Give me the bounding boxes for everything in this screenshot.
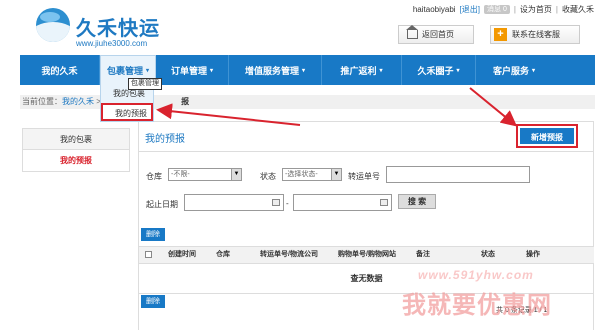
- package-dropdown: 我的包裹 我的预报: [100, 85, 154, 122]
- status-label: 状态: [260, 172, 276, 181]
- chevron-down-icon: ▼: [331, 169, 341, 180]
- nav-label: 客户服务: [492, 65, 529, 76]
- nav-label: 久禾圈子: [417, 65, 454, 76]
- top-links: haitaobiyabi [退出] 消息 0 | 设为首页 | 收藏久禾: [413, 4, 594, 15]
- online-service-button[interactable]: + 联系在线客服: [490, 25, 580, 44]
- dropdown-item-my-forecasts[interactable]: 我的预报: [101, 103, 153, 121]
- nav-label: 订单管理: [170, 65, 207, 76]
- nav-customer-service[interactable]: 客户服务 ▾: [476, 55, 552, 85]
- calendar-icon[interactable]: [380, 199, 388, 206]
- table-header: 创建时间 仓库 转运单号/物流公司 购物单号/购物网站 备注 状态 操作: [139, 246, 594, 264]
- chevron-down-icon: ▾: [456, 67, 460, 74]
- divider: |: [513, 5, 516, 14]
- nav-jiuhe-circle[interactable]: 久禾圈子 ▾: [402, 55, 476, 85]
- nav-order-management[interactable]: 订单管理 ▾: [156, 55, 229, 85]
- nav-referral-rebate[interactable]: 推广返利 ▾: [322, 55, 402, 85]
- col-shopping-order: 购物单号/购物网站: [338, 251, 396, 258]
- breadcrumb-link[interactable]: 我的久禾: [62, 97, 94, 106]
- delete-button-bottom[interactable]: 删除: [141, 295, 165, 308]
- username: haitaobiyabi: [412, 5, 456, 14]
- sidebar-item-my-packages[interactable]: 我的包裹: [22, 128, 130, 150]
- brand-url: www.jiuhe3000.com: [76, 39, 148, 48]
- new-forecast-button[interactable]: 新增预报: [516, 124, 578, 148]
- tracking-number-input[interactable]: [386, 166, 530, 183]
- chevron-down-icon: ▾: [210, 67, 214, 74]
- main-nav: 我的久禾 包裹管理 ▾ 订单管理 ▾ 增值服务管理 ▾ 推广返利 ▾ 久禾圈子 …: [20, 55, 595, 85]
- calendar-icon[interactable]: [272, 199, 280, 206]
- online-service-label: 联系在线客服: [512, 30, 560, 39]
- nav-label: 包裹管理: [106, 66, 143, 76]
- warehouse-select-value: -不限-: [171, 171, 190, 178]
- col-warehouse: 仓库: [216, 251, 230, 258]
- col-actions: 操作: [526, 251, 540, 258]
- status-select[interactable]: -选择状态- ▼: [282, 168, 342, 181]
- sidebar-item-my-forecasts[interactable]: 我的预报: [22, 150, 130, 172]
- back-home-button[interactable]: 返回首页: [398, 25, 474, 44]
- warehouse-select[interactable]: -不限- ▼: [168, 168, 242, 181]
- nav-tooltip: 包裹管理: [128, 78, 162, 90]
- page-title: 我的预报: [145, 134, 185, 145]
- watermark-text: 我就要优惠网: [402, 292, 552, 319]
- nav-label: 增值服务管理: [244, 65, 299, 76]
- select-all-checkbox[interactable]: [145, 251, 152, 258]
- set-homepage-link[interactable]: 设为首页: [520, 4, 552, 15]
- chevron-down-icon: ▾: [379, 67, 383, 74]
- divider: |: [555, 5, 558, 14]
- chevron-down-icon: ▾: [302, 67, 306, 74]
- home-icon: [406, 25, 418, 39]
- start-date-input[interactable]: [184, 194, 284, 211]
- chevron-down-icon: ▼: [231, 169, 241, 180]
- messages-badge[interactable]: 消息 0: [484, 5, 510, 14]
- nav-value-added-services[interactable]: 增值服务管理 ▾: [229, 55, 322, 85]
- page: 久禾快运 www.jiuhe3000.com haitaobiyabi [退出]…: [0, 0, 600, 330]
- date-range-label: 起止日期: [146, 200, 178, 209]
- brand-name: 久禾快运: [76, 18, 160, 40]
- col-status: 状态: [481, 251, 495, 258]
- sidebar: 我的包裹 我的预报: [22, 128, 130, 172]
- chevron-down-icon: ▾: [146, 68, 150, 74]
- tracking-label: 转运单号: [348, 172, 380, 181]
- nav-my-jiuhe[interactable]: 我的久禾: [20, 55, 100, 85]
- back-home-label: 返回首页: [422, 30, 454, 39]
- brand-logo[interactable]: 久禾快运 www.jiuhe3000.com: [36, 8, 166, 50]
- nav-label: 我的久禾: [41, 65, 78, 76]
- end-date-input[interactable]: [293, 194, 392, 211]
- col-remark: 备注: [416, 251, 430, 258]
- col-created-time: 创建时间: [168, 251, 196, 258]
- delete-button-top[interactable]: 删除: [141, 228, 165, 241]
- nav-label: 推广返利: [340, 65, 377, 76]
- watermark-url: www.591yhw.com: [418, 268, 534, 282]
- date-separator: -: [286, 199, 289, 208]
- breadcrumb-current: 报: [181, 97, 190, 106]
- logout-link[interactable]: [退出]: [460, 4, 480, 15]
- divider: [139, 151, 593, 152]
- chevron-down-icon: ▾: [532, 67, 536, 74]
- breadcrumb-prefix: 当前位置：: [22, 97, 62, 106]
- col-tracking: 转运单号/物流公司: [260, 251, 318, 258]
- status-select-value: -选择状态-: [285, 171, 318, 178]
- search-button[interactable]: 搜 索: [398, 194, 436, 209]
- warehouse-label: 仓库: [146, 172, 162, 181]
- add-favorite-link[interactable]: 收藏久禾: [562, 4, 594, 15]
- logo-mark-icon: [36, 8, 70, 42]
- plus-icon: +: [494, 28, 507, 41]
